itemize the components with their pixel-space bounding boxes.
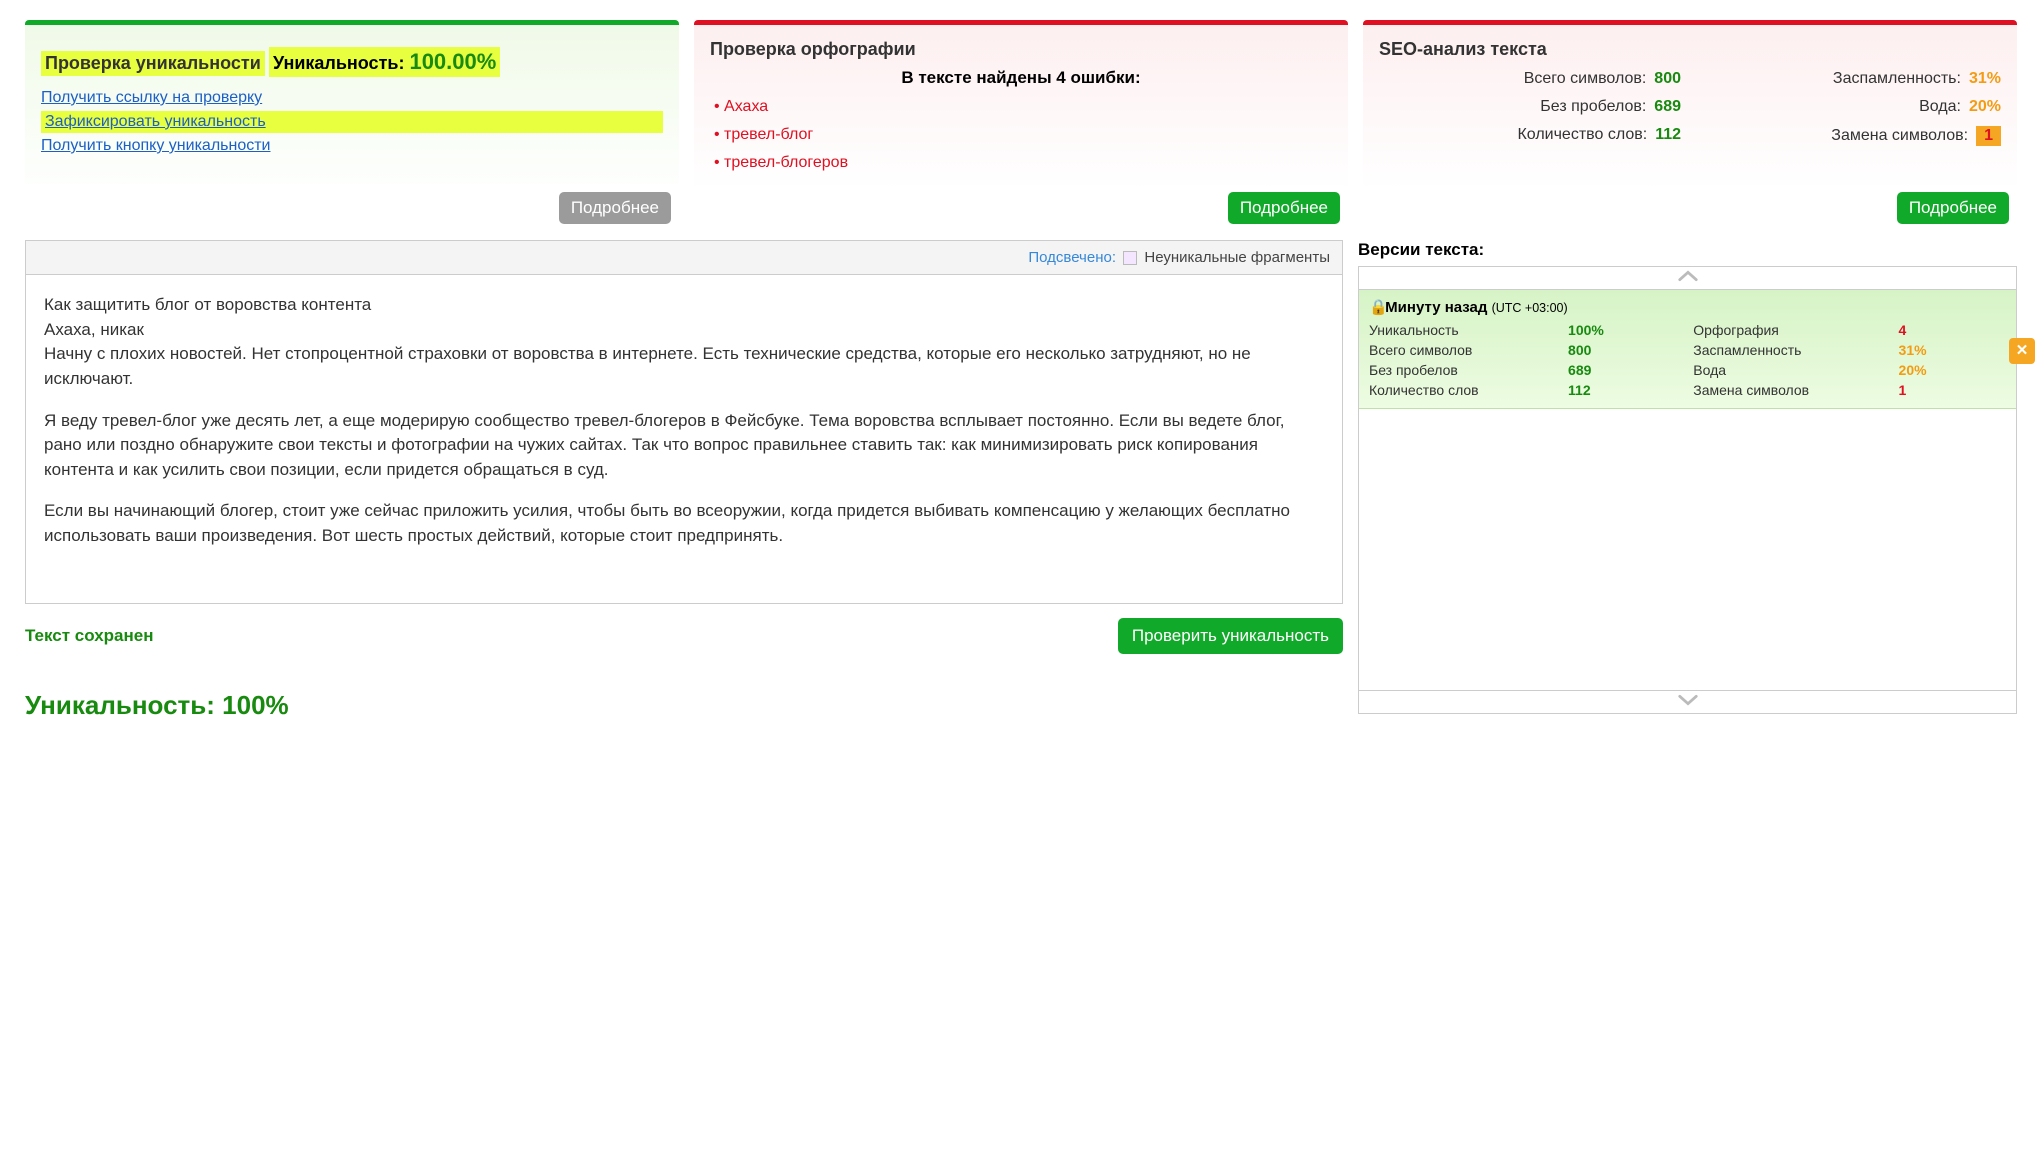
text-paragraph: Начну с плохих новостей. Нет стопроцентн…: [44, 342, 1324, 391]
main-column: Подсвечено: Неуникальные фрагменты Как з…: [25, 240, 1343, 721]
fix-uniqueness-link[interactable]: Зафиксировать уникальность: [41, 111, 663, 133]
version-words-label: Количество слов: [1369, 382, 1558, 398]
seo-total-chars-value: 800: [1654, 70, 1681, 88]
uniqueness-value-row: Уникальность: 100.00%: [269, 47, 500, 77]
version-words-value: 112: [1568, 382, 1683, 398]
chevron-down-icon: [1677, 693, 1699, 707]
text-content[interactable]: Как защитить блог от воровства контента …: [25, 274, 1343, 604]
seo-more-button[interactable]: Подробнее: [1897, 192, 2009, 224]
version-repl-value: 1: [1899, 382, 2006, 398]
uniqueness-percent: 100.00%: [409, 49, 496, 74]
text-line: Ахаха, никак: [44, 318, 1324, 343]
seo-words-value: 112: [1655, 126, 1681, 144]
uniqueness-more-button[interactable]: Подробнее: [559, 192, 671, 224]
uniqueness-label: Уникальность:: [273, 53, 404, 73]
check-uniqueness-button[interactable]: Проверить уникальность: [1118, 618, 1343, 654]
version-nosp-value: 689: [1568, 362, 1683, 378]
versions-title: Версии текста:: [1358, 240, 2017, 260]
version-orf-label: Орфография: [1693, 322, 1888, 338]
seo-words-label: Количество слов:: [1517, 126, 1647, 144]
seo-title: SEO-анализ текста: [1379, 39, 2001, 60]
version-water-label: Вода: [1693, 362, 1888, 378]
chevron-up-icon: [1677, 269, 1699, 283]
version-nosp-label: Без пробелов: [1369, 362, 1558, 378]
spelling-panel: Проверка орфографии В тексте найдены 4 о…: [694, 20, 1348, 230]
spelling-error-item: Ахаха: [714, 98, 1332, 116]
version-stats: Уникальность 100% Орфография 4 Всего сим…: [1369, 322, 2006, 398]
big-uniqueness-result: Уникальность: 100%: [25, 690, 1343, 721]
text-saved-label: Текст сохранен: [25, 626, 153, 646]
close-icon[interactable]: ✕: [2009, 338, 2035, 364]
spelling-title: Проверка орфографии: [710, 39, 1332, 60]
versions-column: Версии текста: 🔒 Минуту назад (UTC +03:0…: [1358, 240, 2017, 721]
seo-panel: SEO-анализ текста Всего символов: 800 Без…: [1363, 20, 2017, 230]
version-orf-value: 4: [1899, 322, 2006, 338]
versions-scroll-up[interactable]: [1359, 267, 2016, 290]
seo-replace-value: 1: [1976, 126, 2001, 146]
seo-nospace-label: Без пробелов:: [1540, 98, 1646, 116]
highlight-label: Подсвечено:: [1028, 249, 1116, 266]
seo-water-value: 20%: [1969, 98, 2001, 116]
spelling-error-item: тревел-блог: [714, 126, 1332, 144]
version-timestamp: 🔒 Минуту назад (UTC +03:00): [1369, 298, 2006, 316]
uniqueness-links: Получить ссылку на проверку Зафиксироват…: [41, 89, 663, 155]
version-uniq-label: Уникальность: [1369, 322, 1558, 338]
version-spam-value: 31%: [1899, 342, 2006, 358]
text-paragraph: Я веду тревел-блог уже десять лет, а еще…: [44, 409, 1324, 483]
seo-stats-grid: Всего символов: 800 Без пробелов: 689 Коли…: [1379, 70, 2001, 146]
seo-water-label: Вода:: [1919, 98, 1961, 116]
version-uniq-value: 100%: [1568, 322, 1683, 338]
text-paragraph: Если вы начинающий блогер, стоит уже сей…: [44, 499, 1324, 548]
versions-list: 🔒 Минуту назад (UTC +03:00) Уникальность…: [1358, 266, 2017, 714]
spelling-error-list: Ахаха тревел-блог тревел-блогеров: [710, 98, 1332, 172]
text-line: Как защитить блог от воровства контента: [44, 293, 1324, 318]
version-repl-label: Замена символов: [1693, 382, 1888, 398]
versions-scroll-down[interactable]: [1359, 690, 2016, 713]
spelling-error-item: тревел-блогеров: [714, 154, 1332, 172]
uniqueness-panel: Проверка уникальности Уникальность: 100.…: [25, 20, 679, 230]
get-check-link[interactable]: Получить ссылку на проверку: [41, 89, 663, 107]
version-spam-label: Заспамленность: [1693, 342, 1888, 358]
version-chars-value: 800: [1568, 342, 1683, 358]
uniqueness-title: Проверка уникальности: [41, 51, 265, 76]
seo-replace-label: Замена символов:: [1831, 127, 1968, 145]
version-item[interactable]: 🔒 Минуту назад (UTC +03:00) Уникальность…: [1359, 290, 2016, 409]
seo-total-chars-label: Всего символов:: [1524, 70, 1647, 88]
spelling-subtitle: В тексте найдены 4 ошибки:: [710, 68, 1332, 88]
seo-spam-value: 31%: [1969, 70, 2001, 88]
seo-spam-label: Заспамленность:: [1833, 70, 1961, 88]
version-chars-label: Всего символов: [1369, 342, 1558, 358]
highlight-text: Неуникальные фрагменты: [1144, 249, 1330, 266]
below-text-row: Текст сохранен Проверить уникальность: [25, 604, 1343, 668]
lock-icon: 🔒: [1369, 298, 1381, 316]
spelling-more-button[interactable]: Подробнее: [1228, 192, 1340, 224]
version-water-value: 20%: [1899, 362, 2006, 378]
get-uniqueness-button-link[interactable]: Получить кнопку уникальности: [41, 137, 663, 155]
highlight-swatch: [1123, 251, 1137, 265]
seo-nospace-value: 689: [1654, 98, 1681, 116]
highlight-legend-bar: Подсвечено: Неуникальные фрагменты: [25, 240, 1343, 274]
